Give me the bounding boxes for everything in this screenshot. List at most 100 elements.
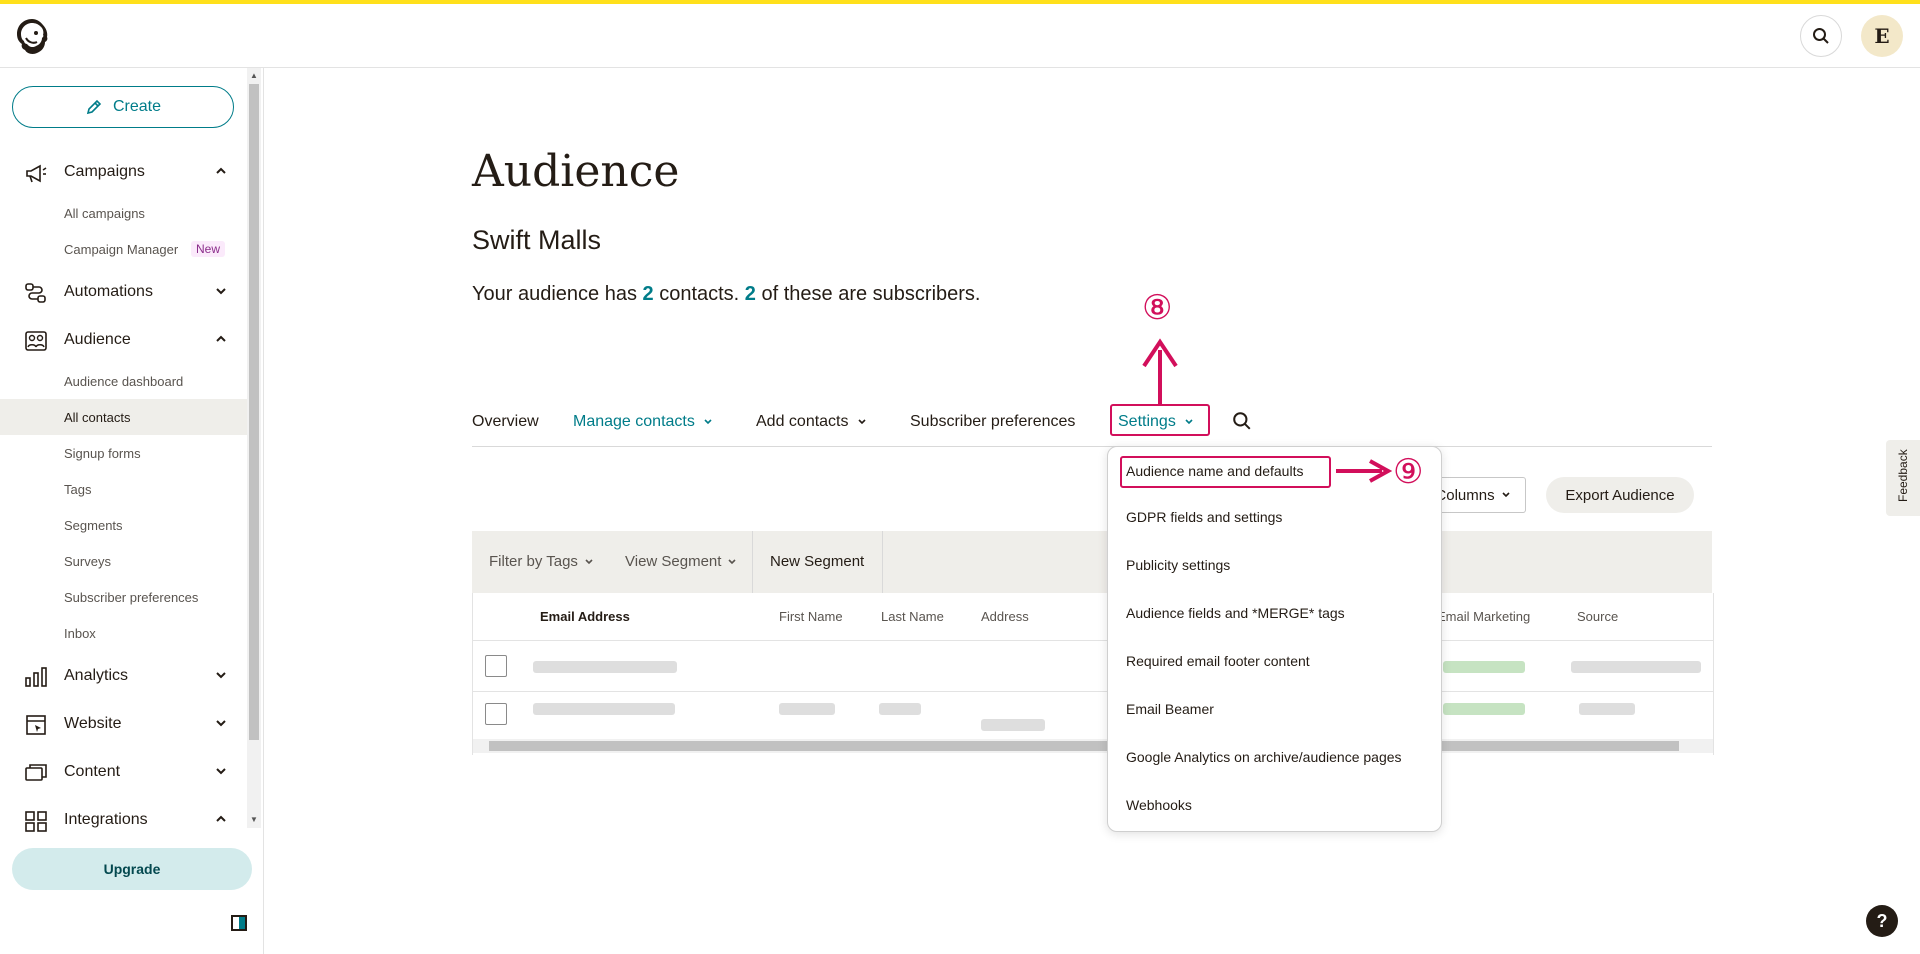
upgrade-button[interactable]: Upgrade (12, 848, 252, 890)
sidebar-item-label: Automations (64, 283, 153, 300)
website-icon (26, 715, 46, 735)
sidebar-item-audience[interactable]: Audience (0, 320, 247, 360)
tab-label: Add contacts (756, 413, 849, 430)
chevron-down-icon (728, 558, 737, 564)
sidebar-item-signup-forms[interactable]: Signup forms (0, 435, 247, 471)
table-horizontal-scrollbar[interactable] (473, 739, 1713, 753)
feedback-label: Feedback (1896, 449, 1910, 502)
scroll-down-arrow[interactable]: ▼ (249, 814, 259, 826)
sidebar-item-label: Campaigns (64, 163, 145, 180)
divider (473, 691, 1713, 692)
sidebar-item-content[interactable]: Content (0, 752, 247, 792)
create-button[interactable]: Create (12, 86, 234, 128)
menu-item-email-beamer[interactable]: Email Beamer (1126, 701, 1214, 717)
integrations-icon (25, 811, 47, 832)
sidebar-item-integrations[interactable]: Integrations (0, 800, 247, 840)
annotation-arrow-right-icon (1336, 459, 1392, 483)
scroll-up-arrow[interactable]: ▲ (249, 70, 259, 82)
sidebar-item-inbox[interactable]: Inbox (0, 615, 247, 651)
sidebar-item-segments[interactable]: Segments (0, 507, 247, 543)
audience-tabs: Overview Manage contacts Add contacts Su… (472, 404, 1712, 447)
column-header-first-name[interactable]: First Name (779, 609, 843, 624)
chevron-down-icon (216, 672, 226, 679)
column-header-email[interactable]: Email Address (540, 609, 630, 624)
redacted-last-name (879, 703, 921, 715)
mailchimp-logo-icon[interactable] (12, 16, 52, 56)
analytics-icon (25, 667, 47, 687)
sidebar-item-label: Content (64, 763, 121, 780)
sidebar-item-surveys[interactable]: Surveys (0, 543, 247, 579)
tab-add-contacts[interactable]: Add contacts (756, 413, 867, 431)
column-header-email-marketing[interactable]: Email Marketing (1437, 609, 1530, 624)
sidebar-scrollbar[interactable]: ▲ ▼ (247, 68, 261, 828)
sidebar-item-label: All contacts (64, 409, 131, 425)
chevron-down-icon (1502, 492, 1510, 498)
table-scroll-thumb[interactable] (489, 741, 1679, 751)
feedback-tab[interactable]: Feedback (1886, 440, 1920, 516)
sidebar-item-all-campaigns[interactable]: All campaigns (0, 195, 247, 231)
new-segment-button[interactable]: New Segment (770, 553, 864, 570)
sidebar-item-subscriber-preferences[interactable]: Subscriber preferences (0, 579, 247, 615)
annotation-step-9: ⑨ (1393, 452, 1424, 492)
export-audience-button[interactable]: Export Audience (1546, 477, 1694, 513)
columns-label: Columns (1435, 486, 1495, 504)
tab-settings[interactable]: Settings (1118, 413, 1194, 431)
menu-item-google-analytics[interactable]: Google Analytics on archive/audience pag… (1126, 749, 1402, 765)
pencil-icon (86, 99, 102, 115)
subscribers-count: 2 (744, 283, 756, 305)
divider (752, 531, 753, 593)
column-header-source[interactable]: Source (1577, 609, 1618, 624)
sidebar-item-all-contacts[interactable]: All contacts (0, 399, 247, 435)
redacted-email (533, 661, 677, 673)
row-checkbox[interactable] (485, 703, 507, 725)
tab-label: Settings (1118, 413, 1176, 430)
menu-item-audience-fields[interactable]: Audience fields and *MERGE* tags (1126, 605, 1345, 621)
help-button[interactable]: ? (1866, 905, 1898, 937)
redacted-status (1443, 661, 1525, 673)
sidebar-item-tags[interactable]: Tags (0, 471, 247, 507)
chevron-down-icon (216, 720, 226, 727)
redacted-status (1443, 703, 1525, 715)
column-header-address[interactable]: Address (981, 609, 1029, 624)
sidebar-toggle-icon[interactable] (231, 915, 247, 931)
summary-suffix: of these are subscribers. (755, 283, 981, 305)
contacts-table: Email Address First Name Last Name Addre… (472, 593, 1714, 755)
sidebar-item-label: Integrations (64, 811, 148, 828)
sidebar-item-automations[interactable]: Automations (0, 272, 247, 312)
summary-prefix: Your audience has (472, 283, 643, 305)
menu-item-webhooks[interactable]: Webhooks (1126, 797, 1192, 813)
chevron-up-icon (216, 167, 226, 174)
chevron-up-icon (216, 815, 226, 822)
tab-label: Overview (472, 413, 539, 430)
redacted-address (981, 719, 1045, 731)
tab-search-icon[interactable] (1232, 411, 1252, 431)
user-avatar[interactable]: E (1861, 15, 1903, 57)
menu-item-audience-name-and-defaults[interactable]: Audience name and defaults (1126, 463, 1303, 479)
filter-by-tags-label: Filter by Tags (489, 553, 578, 570)
sidebar-item-campaign-manager[interactable]: Campaign Manager New (0, 231, 247, 267)
sidebar-item-label: Surveys (64, 553, 111, 569)
automations-icon (25, 283, 46, 303)
tab-overview[interactable]: Overview (472, 413, 539, 431)
menu-item-publicity-settings[interactable]: Publicity settings (1126, 557, 1230, 573)
tab-manage-contacts[interactable]: Manage contacts (573, 413, 713, 431)
view-segment-dropdown[interactable]: View Segment (625, 553, 737, 570)
tab-subscriber-preferences[interactable]: Subscriber preferences (910, 413, 1075, 431)
sidebar-item-audience-dashboard[interactable]: Audience dashboard (0, 363, 247, 399)
search-button[interactable] (1800, 15, 1842, 57)
menu-item-email-footer[interactable]: Required email footer content (1126, 653, 1310, 669)
chevron-down-icon (216, 768, 226, 775)
sidebar-item-analytics[interactable]: Analytics (0, 656, 247, 696)
sidebar-item-campaigns[interactable]: Campaigns (0, 152, 247, 192)
top-bar: E (0, 4, 1920, 68)
new-segment-label: New Segment (770, 553, 865, 570)
sidebar-scroll-thumb[interactable] (249, 84, 259, 740)
annotation-step-8: ⑧ (1142, 288, 1173, 328)
column-header-last-name[interactable]: Last Name (881, 609, 944, 624)
filter-by-tags-dropdown[interactable]: Filter by Tags (489, 553, 594, 570)
sidebar-item-website[interactable]: Website (0, 704, 247, 744)
menu-item-gdpr-fields[interactable]: GDPR fields and settings (1126, 509, 1282, 525)
row-checkbox[interactable] (485, 655, 507, 677)
content-icon (25, 764, 47, 781)
tab-label: Manage contacts (573, 413, 695, 430)
